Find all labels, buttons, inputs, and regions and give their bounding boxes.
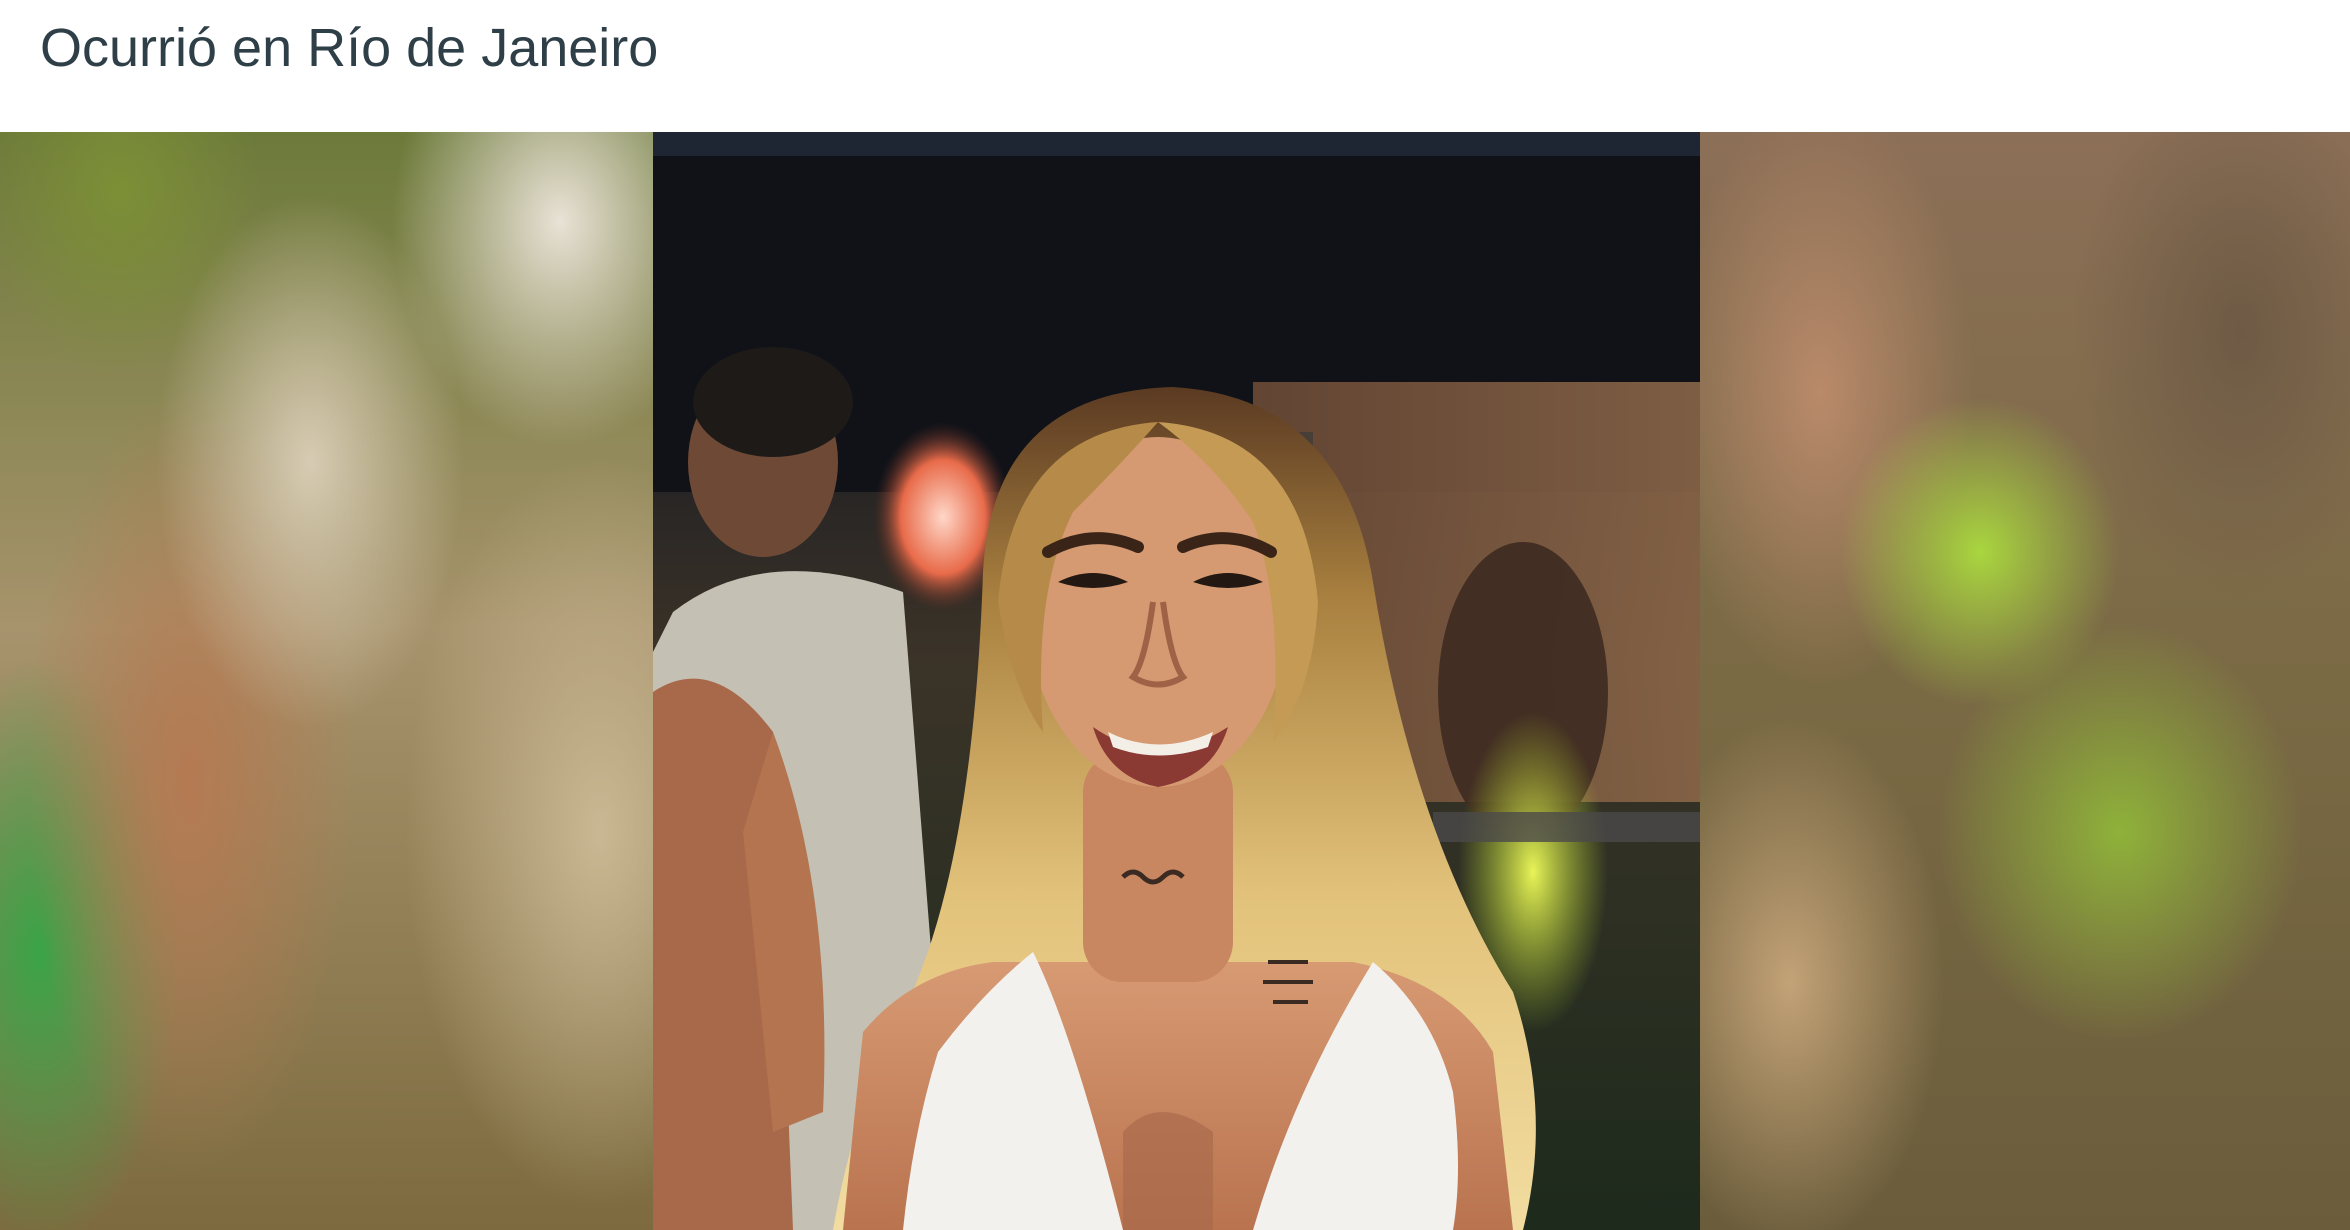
article-media-block: Ocurrió en Río de Janeiro [0,0,2350,1230]
blurred-background-right [1700,132,2350,1230]
blurred-background-left [0,132,653,1230]
photo-frame[interactable] [0,132,2350,1230]
caption-bar: Ocurrió en Río de Janeiro [0,0,2350,132]
image-caption: Ocurrió en Río de Janeiro [40,18,659,78]
woman-portrait-photo [653,132,1700,1230]
portrait-illustration [653,132,1700,1230]
